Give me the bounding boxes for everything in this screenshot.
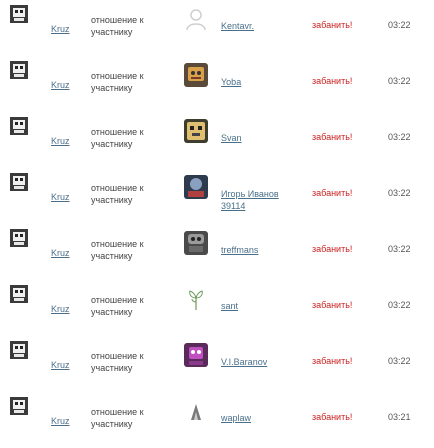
ban-action-label[interactable]: забанить! — [312, 132, 352, 142]
actor-avatar-icon[interactable] — [9, 228, 29, 248]
timestamp: 03:22 — [388, 76, 411, 86]
relation-text: отношение к участнику — [91, 351, 144, 373]
feed-row: Kruz отношение к участнику Игорь Иванов … — [0, 168, 434, 224]
feed-row: Kruz отношение к участнику waplaw забани… — [0, 392, 434, 448]
actor-avatar-icon[interactable] — [9, 60, 29, 80]
feed-row: Kruz отношение к участнику Kentavr. заба… — [0, 0, 434, 56]
user-avatar-icon[interactable] — [183, 230, 209, 256]
actor-link[interactable]: Kruz — [51, 416, 70, 426]
relation-text: отношение к участнику — [91, 407, 144, 429]
timestamp: 03:22 — [388, 188, 411, 198]
user-avatar-icon[interactable] — [183, 342, 209, 368]
timestamp: 03:22 — [388, 300, 411, 310]
target-user-link[interactable]: Kentavr. — [221, 20, 301, 32]
target-user-link[interactable]: Игорь Иванов 39114 — [221, 188, 301, 212]
relation-text: отношение к участнику — [91, 71, 144, 93]
ban-action-label[interactable]: забанить! — [312, 244, 352, 254]
user-avatar-icon[interactable] — [183, 118, 209, 144]
timestamp: 03:22 — [388, 244, 411, 254]
feed-row: Kruz отношение к участнику sant забанить… — [0, 280, 434, 336]
relation-text: отношение к участнику — [91, 127, 144, 149]
actor-link[interactable]: Kruz — [51, 360, 70, 370]
actor-link[interactable]: Kruz — [51, 24, 70, 34]
actor-link[interactable]: Kruz — [51, 248, 70, 258]
timestamp: 03:22 — [388, 20, 411, 30]
activity-feed: Kruz отношение к участнику Kentavr. заба… — [0, 0, 434, 448]
actor-avatar-icon[interactable] — [9, 396, 29, 416]
relation-text: отношение к участнику — [91, 15, 144, 37]
timestamp: 03:22 — [388, 356, 411, 366]
target-user-link[interactable]: waplaw — [221, 412, 301, 424]
target-user-link[interactable]: Yoba — [221, 76, 301, 88]
target-user-link[interactable]: V.I.Baranov — [221, 356, 301, 368]
actor-link[interactable]: Kruz — [51, 304, 70, 314]
timestamp: 03:21 — [388, 412, 411, 422]
target-user-link[interactable]: treffmans — [221, 244, 301, 256]
ban-action-label[interactable]: забанить! — [312, 356, 352, 366]
actor-link[interactable]: Kruz — [51, 136, 70, 146]
timestamp: 03:22 — [388, 132, 411, 142]
ban-action-label[interactable]: забанить! — [312, 412, 352, 422]
actor-avatar-icon[interactable] — [9, 116, 29, 136]
ban-action-label[interactable]: забанить! — [312, 20, 352, 30]
target-user-link[interactable]: sant — [221, 300, 301, 312]
actor-avatar-icon[interactable] — [9, 284, 29, 304]
actor-link[interactable]: Kruz — [51, 80, 70, 90]
relation-text: отношение к участнику — [91, 239, 144, 261]
feed-row: Kruz отношение к участнику V.I.Baranov з… — [0, 336, 434, 392]
actor-avatar-icon[interactable] — [9, 172, 29, 192]
ban-action-label[interactable]: забанить! — [312, 76, 352, 86]
plant-icon[interactable] — [183, 286, 209, 312]
user-avatar-icon[interactable] — [183, 62, 209, 88]
default-user-icon[interactable] — [183, 6, 209, 32]
actor-avatar-icon[interactable] — [9, 340, 29, 360]
ban-action-label[interactable]: забанить! — [312, 300, 352, 310]
target-user-link[interactable]: Svan — [221, 132, 301, 144]
feed-row: Kruz отношение к участнику Yoba забанить… — [0, 56, 434, 112]
relation-text: отношение к участнику — [91, 183, 144, 205]
feed-row: Kruz отношение к участнику treffmans заб… — [0, 224, 434, 280]
user-avatar-icon[interactable] — [183, 398, 209, 424]
actor-link[interactable]: Kruz — [51, 192, 70, 202]
actor-avatar-icon[interactable] — [9, 4, 29, 24]
user-avatar-icon[interactable] — [183, 174, 209, 200]
relation-text: отношение к участнику — [91, 295, 144, 317]
ban-action-label[interactable]: забанить! — [312, 188, 352, 198]
feed-row: Kruz отношение к участнику Svan забанить… — [0, 112, 434, 168]
